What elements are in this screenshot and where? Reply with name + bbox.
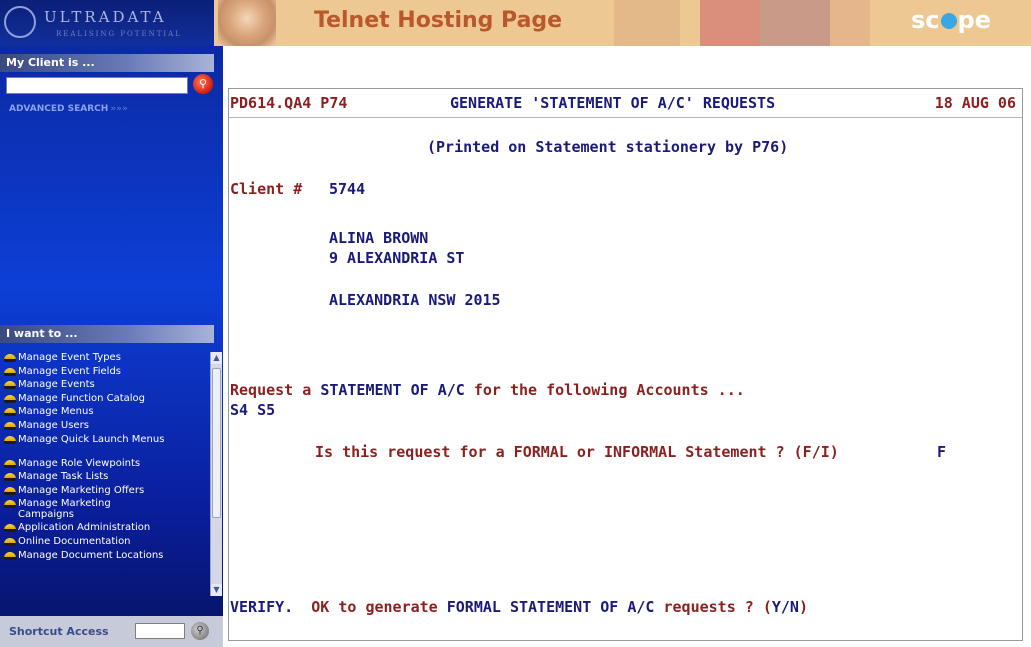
hat-icon bbox=[4, 394, 16, 403]
menu-item-manage-events[interactable]: Manage Events bbox=[0, 379, 210, 393]
search-icon: ⚲ bbox=[196, 625, 204, 636]
menu-scrollbar[interactable]: ▲ ▼ bbox=[210, 352, 222, 596]
logo-ring-icon bbox=[4, 6, 36, 38]
double-chevron-icon: »»» bbox=[110, 104, 128, 114]
shortcut-access-label: Shortcut Access bbox=[9, 625, 109, 638]
hat-icon bbox=[4, 367, 16, 376]
hat-icon bbox=[4, 459, 16, 468]
hat-icon bbox=[4, 537, 16, 546]
hat-icon bbox=[4, 500, 16, 509]
terminal-header: PD614.QA4 P74 GENERATE 'STATEMENT OF A/C… bbox=[229, 89, 1022, 118]
shortcut-access-input[interactable] bbox=[135, 623, 185, 639]
shortcut-go-button[interactable]: ⚲ bbox=[191, 622, 209, 640]
hat-icon bbox=[4, 381, 16, 390]
search-icon: ⚲ bbox=[198, 77, 208, 90]
menu-item-manage-menus[interactable]: Manage Menus bbox=[0, 406, 210, 420]
hat-icon bbox=[4, 551, 16, 560]
shortcut-access-bar: Shortcut Access ⚲ bbox=[0, 616, 223, 647]
task-menu-list: Manage Event Types Manage Event Fields M… bbox=[0, 352, 210, 602]
menu-item-manage-users[interactable]: Manage Users bbox=[0, 420, 210, 434]
header-banner: Telnet Hosting Page sc pe bbox=[214, 0, 1031, 46]
ultradata-logo: ULTRADATA REALISING POTENTIAL bbox=[0, 0, 214, 46]
hat-icon bbox=[4, 524, 16, 533]
request-line: Request a STATEMENT OF A/C for the follo… bbox=[230, 381, 745, 399]
my-client-header: My Client is ... bbox=[0, 54, 214, 72]
menu-item-manage-quick-launch-menus[interactable]: Manage Quick Launch Menus bbox=[0, 434, 210, 458]
terminal-subtitle: (Printed on Statement stationery by P76) bbox=[427, 138, 789, 156]
i-want-to-header: I want to ... bbox=[0, 325, 214, 343]
scope-logo: sc pe bbox=[911, 6, 991, 34]
menu-item-online-documentation[interactable]: Online Documentation bbox=[0, 536, 210, 550]
banner-stripe bbox=[830, 0, 870, 46]
formal-informal-prompt: Is this request for a FORMAL or INFORMAL… bbox=[315, 443, 839, 461]
hat-icon bbox=[4, 473, 16, 482]
program-id: PD614.QA4 P74 bbox=[230, 94, 348, 112]
menu-item-manage-role-viewpoints[interactable]: Manage Role Viewpoints bbox=[0, 458, 210, 472]
banner-stripe bbox=[700, 0, 760, 46]
hat-icon bbox=[4, 435, 16, 444]
logo-tagline: REALISING POTENTIAL bbox=[56, 30, 182, 38]
menu-item-manage-marketing-offers[interactable]: Manage Marketing Offers bbox=[0, 485, 210, 499]
menu-item-manage-document-locations[interactable]: Manage Document Locations bbox=[0, 550, 210, 564]
screen-title: GENERATE 'STATEMENT OF A/C' REQUESTS bbox=[450, 94, 776, 112]
scroll-thumb[interactable] bbox=[212, 368, 221, 518]
telnet-terminal[interactable]: PD614.QA4 P74 GENERATE 'STATEMENT OF A/C… bbox=[228, 88, 1023, 641]
search-button[interactable]: ⚲ bbox=[193, 74, 213, 94]
address-street: 9 ALEXANDRIA ST bbox=[329, 249, 465, 267]
banner-stripe bbox=[614, 0, 680, 46]
accounts-list: S4 S5 bbox=[230, 401, 276, 419]
hat-icon bbox=[4, 408, 16, 417]
screen-date: 18 AUG 06 bbox=[934, 94, 1016, 112]
client-search-input[interactable] bbox=[6, 77, 188, 94]
woman-photo-icon bbox=[218, 0, 276, 46]
banner-stripe bbox=[760, 0, 830, 46]
page-title: Telnet Hosting Page bbox=[314, 8, 563, 33]
logo-name: ULTRADATA bbox=[44, 8, 167, 26]
menu-item-application-administration[interactable]: Application Administration bbox=[0, 522, 210, 536]
client-number-label: Client # bbox=[230, 180, 303, 198]
address-name: ALINA BROWN bbox=[329, 229, 429, 247]
hat-icon bbox=[4, 486, 16, 495]
menu-item-manage-function-catalog[interactable]: Manage Function Catalog bbox=[0, 393, 210, 407]
menu-item-manage-event-types[interactable]: Manage Event Types bbox=[0, 352, 210, 366]
address-city: ALEXANDRIA NSW 2015 bbox=[329, 291, 501, 309]
menu-item-manage-event-fields[interactable]: Manage Event Fields bbox=[0, 366, 210, 380]
scroll-up-icon[interactable]: ▲ bbox=[211, 352, 222, 364]
formal-informal-answer[interactable]: F bbox=[937, 443, 946, 461]
client-number-value: 5744 bbox=[329, 180, 366, 198]
hat-icon bbox=[4, 421, 16, 430]
globe-icon bbox=[940, 13, 957, 29]
scroll-down-icon[interactable]: ▼ bbox=[211, 584, 222, 596]
menu-item-manage-task-lists[interactable]: Manage Task Lists bbox=[0, 471, 210, 485]
hat-icon bbox=[4, 354, 16, 362]
menu-item-manage-marketing-campaigns[interactable]: Manage Marketing Campaigns bbox=[0, 498, 210, 522]
verify-prompt[interactable]: VERIFY. OK to generate FORMAL STATEMENT … bbox=[230, 598, 808, 616]
advanced-search-link[interactable]: ADVANCED SEARCH»»» bbox=[9, 104, 128, 114]
